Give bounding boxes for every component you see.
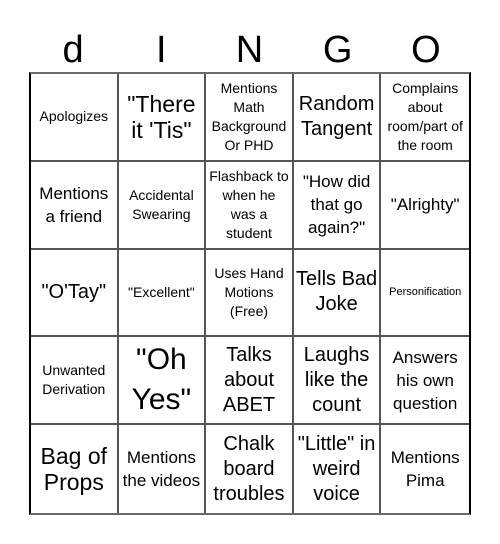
cell-text: "Excellent": [128, 283, 195, 300]
cell-text: Uses Hand Motions (Free): [214, 264, 284, 319]
cell-text: Mentions Math Background Or PHD: [211, 79, 287, 153]
bingo-cell[interactable]: Complains about room/part of the room: [381, 74, 469, 162]
bingo-cell[interactable]: "Oh Yes": [118, 337, 207, 426]
bingo-cell[interactable]: Talks about ABET: [206, 337, 294, 426]
cell-text: Answers his own question: [392, 347, 458, 413]
cell-text: Personification: [389, 285, 462, 298]
cell-text: Complains about room/part of the room: [387, 79, 463, 153]
cell-text: Flashback to when he was a student: [209, 167, 289, 241]
header-letter-o: O: [411, 29, 441, 71]
bingo-cell[interactable]: Mentions Math Background Or PHD: [206, 74, 294, 162]
cell-text: "Oh Yes": [131, 343, 192, 417]
cell-text: "There it 'Tis": [127, 90, 196, 143]
header-letter-n: N: [235, 29, 264, 71]
bingo-cell[interactable]: "Excellent": [118, 249, 207, 338]
bingo-header: d I N G O: [29, 28, 470, 72]
bingo-cell[interactable]: Apologizes: [31, 74, 119, 162]
bingo-cell[interactable]: Unwanted Derivation: [31, 337, 119, 426]
bingo-cell[interactable]: Answers his own question: [381, 337, 469, 426]
bingo-cell[interactable]: "Little" in weird voice: [294, 425, 382, 513]
bingo-cell[interactable]: Flashback to when he was a student: [206, 161, 294, 250]
bingo-cell[interactable]: Chalk board troubles: [206, 425, 294, 513]
cell-text: Accidental Swearing: [129, 186, 194, 222]
header-letter-g: G: [322, 29, 353, 71]
cell-text: "Alrighty": [390, 195, 460, 215]
bingo-cell[interactable]: Mentions the videos: [119, 425, 207, 513]
header-letter-d: d: [62, 29, 84, 71]
cell-text: "O'Tay": [41, 280, 107, 303]
cell-text: Random Tangent: [298, 92, 375, 140]
cell-text: Apologizes: [39, 108, 109, 125]
header-letter-i: I: [156, 29, 167, 71]
bingo-cell[interactable]: Accidental Swearing: [118, 161, 207, 250]
cell-text: Unwanted Derivation: [42, 362, 106, 398]
bingo-cell[interactable]: "Alrighty": [381, 162, 469, 250]
cell-text: "Little" in weird voice: [297, 432, 376, 505]
bingo-cell[interactable]: Bag of Props: [31, 425, 119, 513]
cell-text: Laughs like the count: [303, 343, 370, 416]
cell-text: Tells Bad Joke: [296, 268, 378, 316]
bingo-cell[interactable]: Personification: [381, 250, 469, 338]
bingo-cell[interactable]: Tells Bad Joke: [293, 249, 382, 338]
bingo-cell[interactable]: Mentions a friend: [31, 161, 119, 250]
bingo-cell[interactable]: Laughs like the count: [293, 337, 382, 426]
bingo-cell[interactable]: "There it 'Tis": [118, 74, 207, 162]
cell-text: Bag of Props: [40, 443, 108, 496]
bingo-board: Apologizes "There it 'Tis" Mentions Math…: [29, 72, 471, 515]
cell-text: Talks about ABET: [222, 343, 276, 416]
cell-text: Mentions Pima: [390, 448, 460, 491]
bingo-cell[interactable]: Mentions Pima: [381, 425, 469, 513]
bingo-cell[interactable]: "How did that go again?": [293, 161, 382, 250]
bingo-cell[interactable]: Random Tangent: [293, 74, 382, 162]
free-space-cell[interactable]: Uses Hand Motions (Free): [206, 249, 294, 338]
cell-text: Mentions a friend: [39, 183, 109, 226]
bingo-cell[interactable]: "O'Tay": [31, 249, 119, 338]
cell-text: Chalk board troubles: [213, 432, 285, 505]
cell-text: Mentions the videos: [122, 448, 201, 491]
cell-text: "How did that go again?": [302, 172, 371, 238]
